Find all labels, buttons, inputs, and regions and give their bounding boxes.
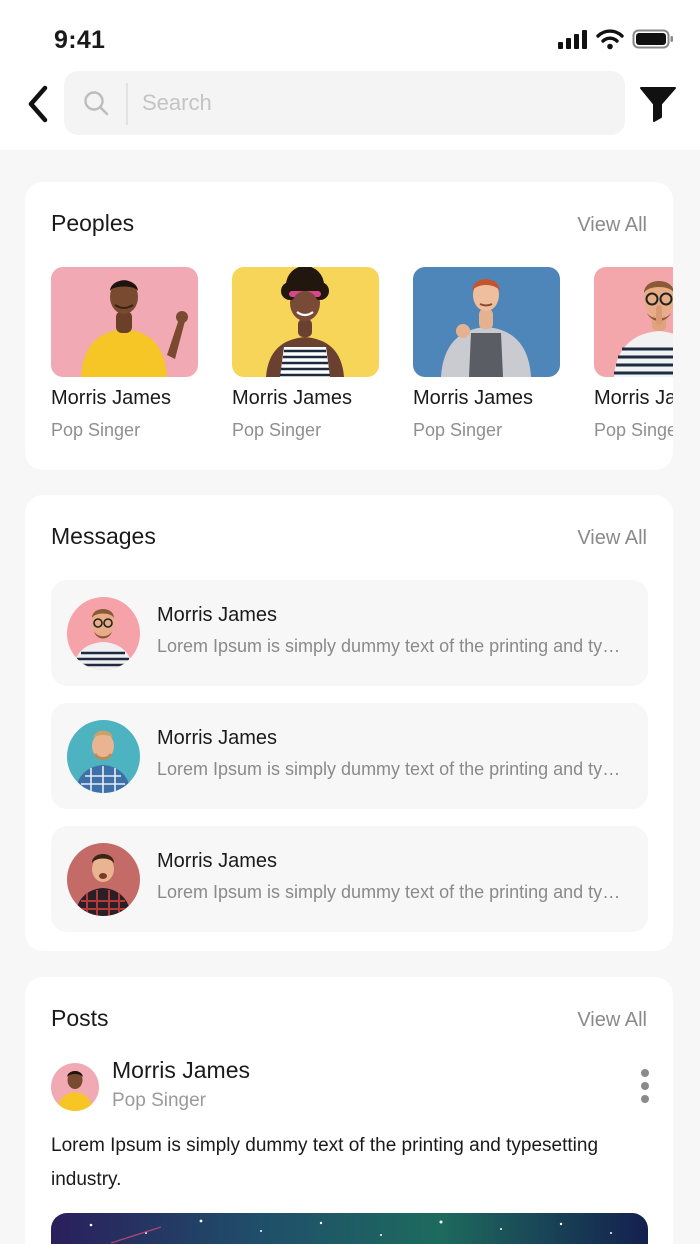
person-photo bbox=[594, 267, 673, 377]
message-item[interactable]: Morris James Lorem Ipsum is simply dummy… bbox=[51, 580, 648, 686]
post-image[interactable] bbox=[51, 1213, 648, 1244]
avatar bbox=[67, 597, 140, 670]
message-preview: Lorem Ipsum is simply dummy text of the … bbox=[157, 882, 627, 902]
person-card[interactable]: Morris James Pop Singer bbox=[594, 267, 673, 441]
person-photo-illustration bbox=[266, 267, 344, 377]
person-photo-illustration bbox=[81, 280, 188, 377]
message-preview: Lorem Ipsum is simply dummy text of the … bbox=[157, 636, 627, 656]
search-input[interactable] bbox=[142, 83, 602, 123]
chevron-left-icon bbox=[28, 85, 48, 123]
message-sender: Morris James bbox=[157, 850, 278, 872]
person-name: Morris James bbox=[413, 387, 534, 409]
person-role: Pop Singer bbox=[594, 420, 673, 440]
filter-icon bbox=[640, 87, 676, 122]
person-photo-illustration bbox=[614, 281, 673, 377]
messages-section: Messages View All Morris James Lorem Ips… bbox=[25, 495, 673, 951]
status-icons bbox=[558, 28, 674, 50]
status-time: 9:41 bbox=[54, 26, 106, 54]
message-item[interactable]: Morris James Lorem Ipsum is simply dummy… bbox=[51, 826, 648, 932]
post-text: Lorem Ipsum is simply dummy text of the … bbox=[51, 1135, 599, 1190]
more-vertical-icon bbox=[641, 1069, 649, 1103]
person-card[interactable]: Morris James Pop Singer bbox=[232, 267, 379, 441]
person-name: Morris James bbox=[232, 387, 353, 409]
search-icon bbox=[84, 91, 109, 116]
person-card[interactable]: Morris James Pop Singer bbox=[413, 267, 560, 441]
top-bar: 9:41 bbox=[0, 0, 700, 150]
back-button[interactable] bbox=[20, 82, 56, 126]
peoples-section: Peoples View All Morris James Pop Singer bbox=[25, 182, 673, 470]
section-title: Messages bbox=[51, 523, 156, 549]
search-divider bbox=[126, 83, 128, 125]
person-name: Morris James bbox=[51, 387, 172, 409]
battery-icon bbox=[632, 29, 673, 49]
person-photo bbox=[413, 267, 560, 377]
message-sender: Morris James bbox=[157, 604, 278, 626]
avatar bbox=[67, 720, 140, 793]
person-role: Pop Singer bbox=[51, 420, 141, 440]
search-box[interactable] bbox=[64, 71, 625, 135]
filter-button[interactable] bbox=[638, 84, 678, 124]
posts-section: Posts View All Morris James Pop Singer L… bbox=[25, 977, 673, 1244]
signal-icon bbox=[558, 30, 587, 49]
post-menu-button[interactable] bbox=[637, 1067, 653, 1107]
message-preview: Lorem Ipsum is simply dummy text of the … bbox=[157, 759, 627, 779]
view-all-link[interactable]: View All bbox=[577, 214, 647, 237]
avatar[interactable] bbox=[51, 1063, 99, 1111]
wifi-icon bbox=[596, 29, 624, 50]
post-author-role: Pop Singer bbox=[112, 1090, 207, 1111]
avatar bbox=[67, 843, 140, 916]
people-list: Morris James Pop Singer Morris James Pop… bbox=[51, 267, 673, 441]
person-name: Morris James bbox=[594, 387, 673, 409]
person-card[interactable]: Morris James Pop Singer bbox=[51, 267, 198, 441]
section-title: Peoples bbox=[51, 210, 135, 236]
post-author-name[interactable]: Morris James bbox=[112, 1057, 250, 1084]
person-photo-illustration bbox=[441, 279, 531, 377]
section-title: Posts bbox=[51, 1005, 109, 1031]
person-role: Pop Singer bbox=[413, 420, 503, 440]
view-all-link[interactable]: View All bbox=[577, 1009, 647, 1032]
person-photo bbox=[51, 267, 198, 377]
message-sender: Morris James bbox=[157, 727, 278, 749]
person-photo bbox=[232, 267, 379, 377]
person-role: Pop Singer bbox=[232, 420, 322, 440]
message-item[interactable]: Morris James Lorem Ipsum is simply dummy… bbox=[51, 703, 648, 809]
view-all-link[interactable]: View All bbox=[577, 527, 647, 550]
